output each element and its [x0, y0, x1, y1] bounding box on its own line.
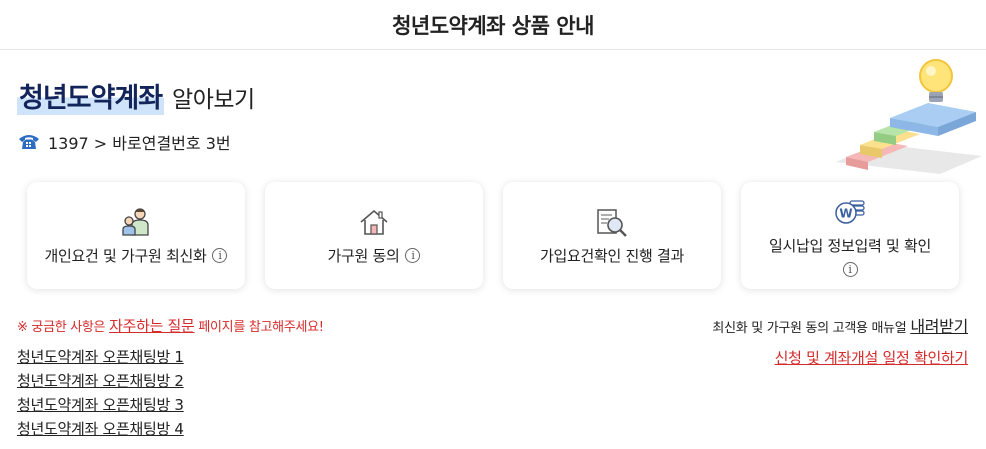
intro-heading-rest: 알아보기 [172, 87, 255, 113]
manual-download: 최신화 및 가구원 동의 고객용 매뉴얼 내려받기 [712, 313, 968, 337]
faq-link[interactable]: 자주하는 질문 [109, 317, 195, 335]
card-lump-sum-payment[interactable]: W 일시납입 정보입력 및 확인 i [741, 182, 959, 289]
phone-info: 1397 > 바로연결번호 3번 [18, 130, 231, 154]
phone-icon [19, 135, 39, 149]
won-coins-icon: W [833, 195, 867, 229]
house-icon [358, 205, 390, 239]
document-search-icon [595, 205, 629, 239]
open-chat-link-4[interactable]: 청년도약계좌 오픈채팅방 4 [17, 419, 184, 443]
open-chat-list: 청년도약계좌 오픈채팅방 1 청년도약계좌 오픈채팅방 2 청년도약계좌 오픈채… [17, 347, 184, 443]
card-label: 개인요건 및 가구원 최신화 [44, 247, 207, 265]
info-icon[interactable]: i [842, 261, 858, 277]
faq-notice-suffix: 페이지를 참고해주세요! [194, 320, 324, 335]
page-header: 청년도약계좌 상품 안내 [0, 0, 986, 50]
info-icon[interactable]: i [405, 248, 421, 263]
phone-text: 1397 > 바로연결번호 3번 [48, 134, 231, 153]
card-label: 가입요건확인 진행 결과 [540, 247, 684, 265]
card-personal-update[interactable]: 개인요건 및 가구원 최신화 i [27, 182, 245, 289]
faq-notice: ※ 궁금한 사항은 자주하는 질문 페이지를 참고해주세요! [17, 315, 324, 336]
open-chat-link-2[interactable]: 청년도약계좌 오픈채팅방 2 [17, 371, 184, 395]
open-chat-link-1[interactable]: 청년도약계좌 오픈채팅방 1 [17, 347, 184, 371]
schedule-link[interactable]: 신청 및 계좌개설 일정 확인하기 [775, 347, 969, 368]
faq-notice-prefix: ※ 궁금한 사항은 [17, 320, 110, 335]
card-household-consent[interactable]: 가구원 동의 i [265, 182, 483, 289]
info-icon[interactable]: i [212, 248, 228, 263]
product-name-highlight: 청년도약계좌 [17, 76, 165, 115]
card-label: 일시납입 정보입력 및 확인 [769, 236, 931, 255]
intro-heading: 청년도약계좌 알아보기 [17, 76, 255, 115]
manual-download-link[interactable]: 내려받기 [910, 317, 968, 336]
manual-text: 최신화 및 가구원 동의 고객용 매뉴얼 [712, 321, 911, 336]
card-eligibility-result[interactable]: 가입요건확인 진행 결과 [503, 182, 721, 289]
page-title: 청년도약계좌 상품 안내 [392, 13, 594, 38]
family-icon [119, 205, 153, 239]
open-chat-link-3[interactable]: 청년도약계좌 오픈채팅방 3 [17, 395, 184, 419]
card-label: 가구원 동의 [327, 247, 400, 265]
svg-text:W: W [839, 206, 852, 220]
lightbulb-stairs-illustration [836, 59, 982, 174]
